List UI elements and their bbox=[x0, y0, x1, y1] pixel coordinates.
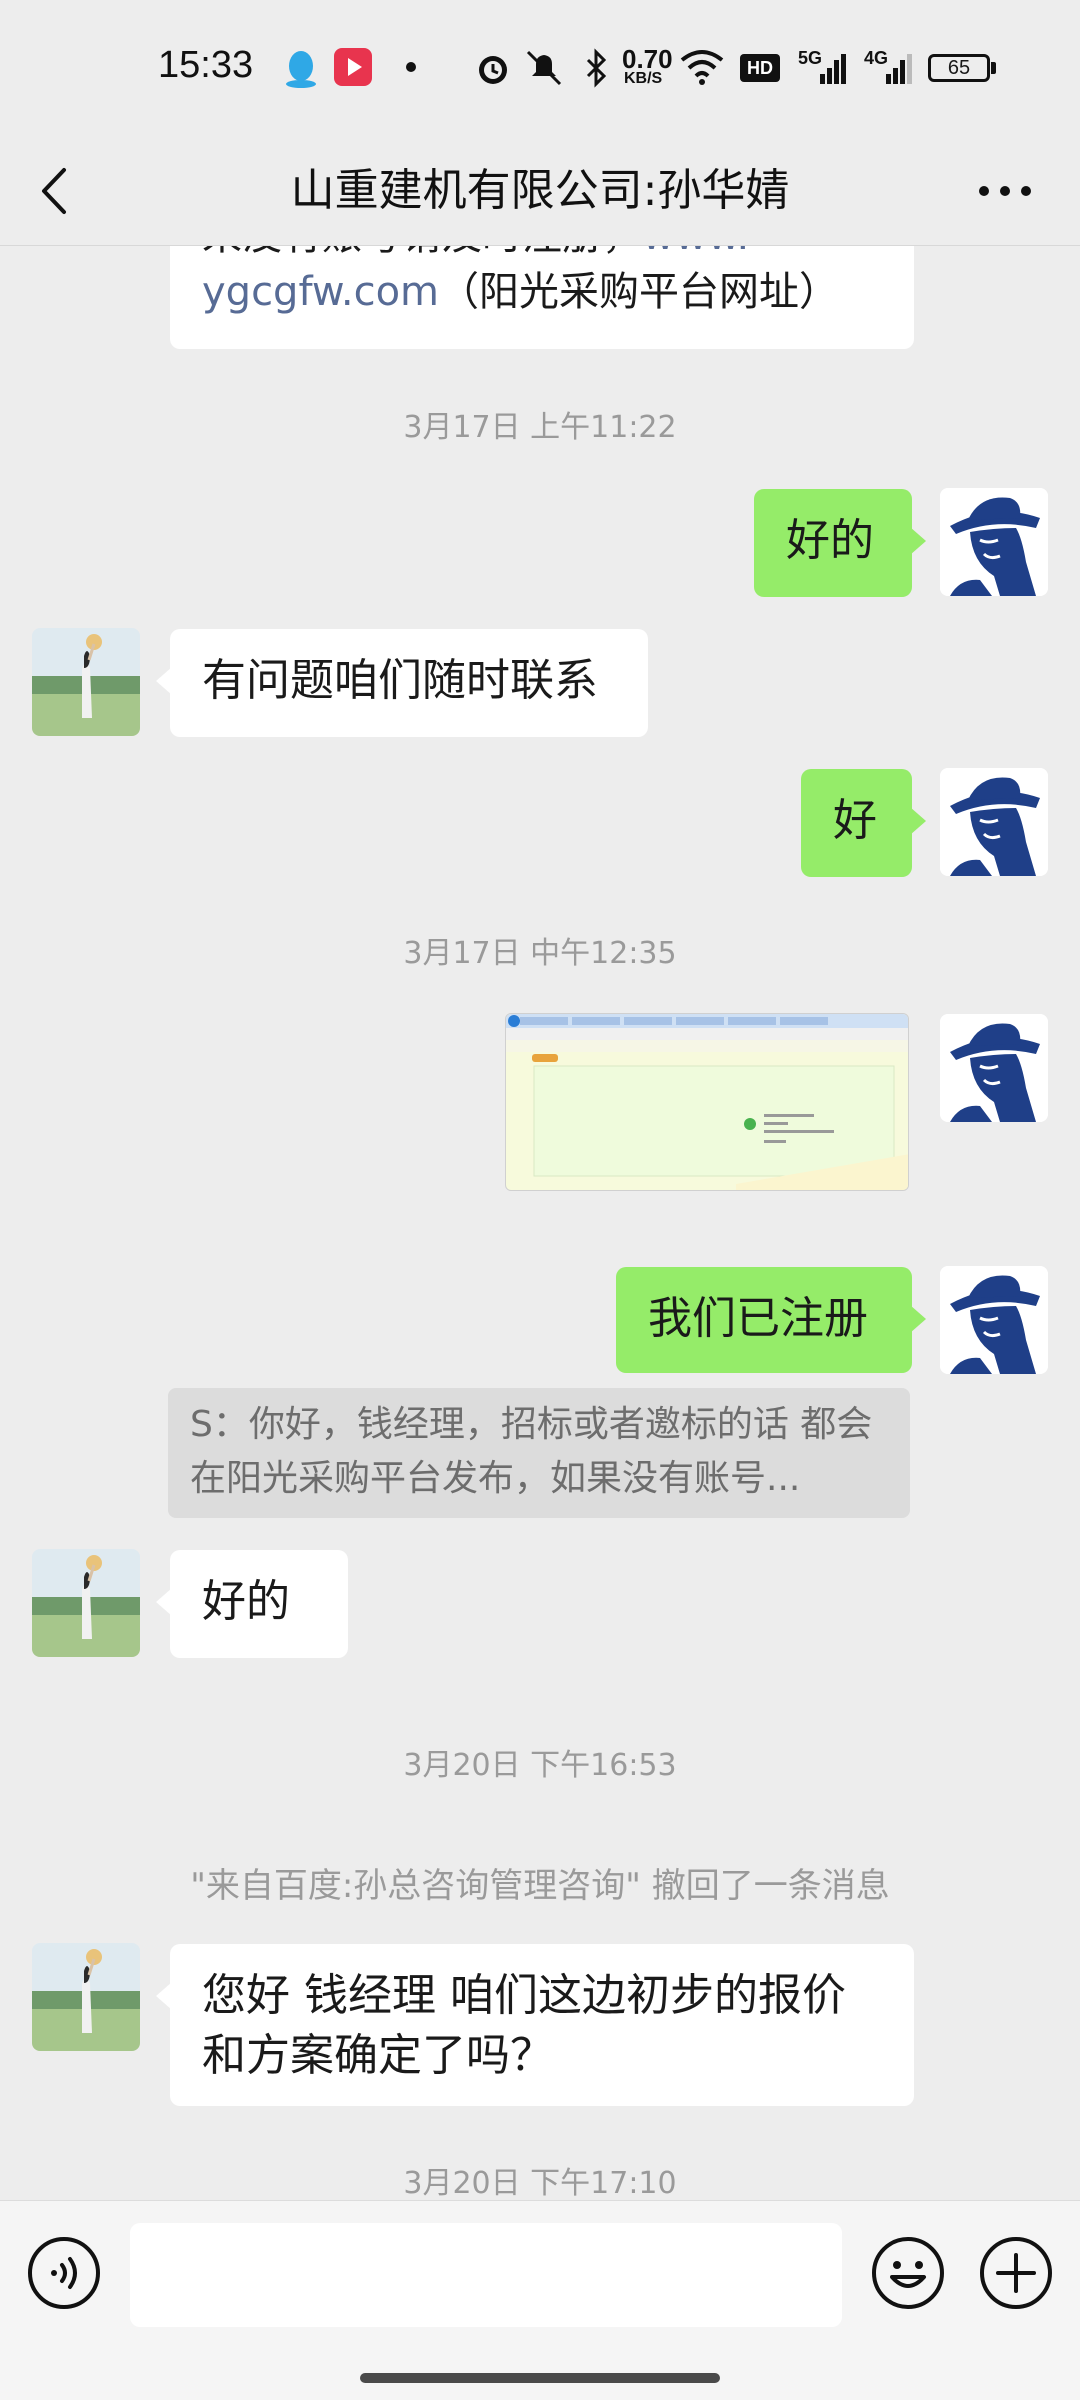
emoji-icon bbox=[872, 2237, 944, 2309]
voice-button[interactable] bbox=[26, 2235, 102, 2311]
message-bubble-sent[interactable]: 我们已注册 bbox=[616, 1267, 926, 1373]
battery-level: 65 bbox=[947, 57, 971, 79]
chat-title: 山重建机有限公司:孙华婧 bbox=[290, 165, 790, 216]
input-bar bbox=[0, 2200, 1080, 2400]
avatar-self[interactable] bbox=[940, 488, 1048, 596]
message-text: 有问题咱们随时联系 bbox=[202, 655, 598, 706]
hat-man-avatar-icon bbox=[940, 768, 1048, 876]
avatar-self[interactable] bbox=[940, 1266, 1048, 1374]
status-time: 15:33 bbox=[158, 44, 254, 86]
back-button[interactable] bbox=[30, 156, 100, 226]
chat-header: 山重建机有限公司:孙华婧 bbox=[0, 136, 1080, 246]
hat-man-avatar-icon bbox=[940, 1266, 1048, 1374]
hat-man-avatar-icon bbox=[940, 488, 1048, 596]
girl-field-avatar-icon bbox=[32, 1549, 140, 1657]
home-indicator[interactable] bbox=[360, 2373, 720, 2383]
message-text: 我们已注册 bbox=[648, 1293, 868, 1344]
message-text: 好的 bbox=[202, 1576, 290, 1627]
signal-5g-icon bbox=[820, 54, 846, 84]
qq-icon bbox=[286, 51, 316, 88]
avatar-self[interactable] bbox=[940, 768, 1048, 876]
wifi-icon bbox=[680, 50, 724, 85]
message-text: 您好 钱经理 咱们这边初步的报价和方案确定了吗？ bbox=[202, 1970, 846, 2081]
timestamp: 3月17日 中午12:35 bbox=[403, 936, 677, 971]
message-text: 好的 bbox=[786, 515, 874, 566]
message-bubble-received[interactable]: 有问题咱们随时联系 bbox=[156, 629, 648, 737]
message-link[interactable]: ygcgfw.com bbox=[202, 269, 439, 315]
message-bubble-sent[interactable]: 好 bbox=[801, 769, 926, 877]
message-bubble-received[interactable]: 您好 钱经理 咱们这边初步的报价和方案确定了吗？ bbox=[156, 1944, 914, 2106]
bluetooth-icon bbox=[586, 48, 607, 88]
message-link[interactable]: www. bbox=[642, 246, 749, 259]
status-bar: 15:33 0.70 KB/S HD 5G 4G 65 bbox=[0, 0, 1080, 136]
more-options-button[interactable] bbox=[970, 161, 1040, 221]
net-speed-unit: KB/S bbox=[624, 70, 663, 87]
message-input[interactable] bbox=[130, 2223, 842, 2327]
more-functions-button[interactable] bbox=[978, 2235, 1054, 2311]
timestamp: 3月20日 下午16:53 bbox=[403, 1748, 677, 1783]
hat-man-avatar-icon bbox=[940, 1014, 1048, 1122]
screenshot-thumbnail-icon bbox=[506, 1014, 908, 1190]
alarm-icon bbox=[479, 56, 507, 84]
message-text: 来没有账号请及时注册， bbox=[202, 246, 642, 259]
hd-label: HD bbox=[747, 58, 773, 78]
message-bubble-sent[interactable]: 好的 bbox=[754, 489, 926, 597]
avatar-contact[interactable] bbox=[32, 628, 140, 736]
avatar-contact[interactable] bbox=[32, 1943, 140, 2051]
video-app-icon bbox=[334, 48, 372, 86]
avatar-self[interactable] bbox=[940, 1014, 1048, 1122]
hd-icon: HD bbox=[740, 54, 780, 82]
message-text: 好 bbox=[833, 795, 877, 846]
more-dots-icon bbox=[979, 186, 1031, 196]
quoted-text: S：你好，钱经理，招标或者邀标的话 都会在阳光采购平台发布，如果没有账号... bbox=[190, 1404, 873, 1499]
chat-area[interactable]: 来没有账号请及时注册，www. ygcgfw.com（阳光采购平台网址） 3月1… bbox=[0, 246, 1080, 2200]
avatar-contact[interactable] bbox=[32, 1549, 140, 1657]
chevron-left-icon bbox=[42, 168, 66, 214]
emoji-button[interactable] bbox=[870, 2235, 946, 2311]
image-message[interactable] bbox=[505, 1013, 909, 1191]
battery-tip bbox=[991, 62, 996, 74]
girl-field-avatar-icon bbox=[32, 628, 140, 736]
mute-icon bbox=[526, 50, 562, 86]
message-bubble-received[interactable]: 好的 bbox=[156, 1550, 348, 1658]
signal-4g-icon bbox=[886, 54, 912, 84]
timestamp: 3月20日 下午17:10 bbox=[403, 2166, 677, 2200]
recall-notice: "来自百度:孙总咨询管理咨询" 撤回了一条消息 bbox=[190, 1866, 890, 1906]
voice-icon bbox=[28, 2237, 100, 2309]
dot-icon bbox=[406, 62, 416, 72]
quoted-message[interactable]: S：你好，钱经理，招标或者邀标的话 都会在阳光采购平台发布，如果没有账号... bbox=[168, 1388, 910, 1518]
message-bubble-received[interactable]: 来没有账号请及时注册，www. ygcgfw.com（阳光采购平台网址） bbox=[170, 246, 914, 349]
battery-icon: 65 bbox=[928, 54, 990, 82]
timestamp: 3月17日 上午11:22 bbox=[403, 410, 677, 445]
message-text: （阳光采购平台网址） bbox=[439, 269, 840, 315]
plus-icon bbox=[980, 2237, 1052, 2309]
girl-field-avatar-icon bbox=[32, 1943, 140, 2051]
